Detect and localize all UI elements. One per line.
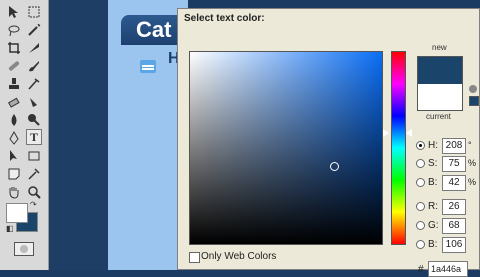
healing-icon[interactable] (6, 58, 22, 74)
hand-icon[interactable] (6, 184, 22, 200)
lasso-icon[interactable] (6, 22, 22, 38)
dodge-icon[interactable] (26, 112, 42, 128)
gamut-warning-icon[interactable] (469, 85, 477, 93)
h-input[interactable]: 208 (442, 138, 466, 154)
r-radio[interactable] (416, 202, 425, 211)
eraser-icon[interactable] (6, 94, 22, 110)
crop-icon[interactable] (6, 40, 22, 56)
type-icon[interactable]: T (26, 129, 42, 145)
zoom-icon[interactable] (26, 184, 42, 200)
dialog-title: Select text color: (184, 13, 265, 24)
current-label: current (426, 112, 451, 121)
banner-text: Cat (136, 17, 172, 42)
current-color-swatch[interactable] (417, 84, 463, 111)
eyedropper-icon[interactable] (26, 166, 42, 182)
color-picker-dialog: Select text color: new current H: 208 ° … (177, 8, 480, 277)
brush-icon[interactable] (26, 58, 42, 74)
r-label: R: (428, 201, 438, 212)
h-unit: ° (468, 140, 472, 150)
menu-icon (140, 60, 156, 73)
marquee-icon[interactable] (26, 4, 42, 20)
s-unit: % (468, 158, 477, 168)
s-label: S: (428, 158, 438, 169)
swap-colors-icon[interactable]: ↷ (30, 200, 37, 209)
hue-slider-handle-left[interactable] (383, 129, 389, 137)
move-icon[interactable] (6, 4, 22, 20)
slice-icon[interactable] (26, 40, 42, 56)
history-brush-icon[interactable] (26, 76, 42, 92)
new-label: new (432, 43, 447, 52)
color-field[interactable] (189, 51, 383, 245)
only-web-colors-label: Only Web Colors (201, 251, 277, 262)
foreground-color-swatch[interactable] (6, 203, 28, 223)
blue-label: B: (428, 239, 438, 250)
b-radio[interactable] (416, 178, 425, 187)
g-label: G: (428, 220, 439, 231)
b-unit: % (468, 177, 477, 187)
shape-icon[interactable] (26, 148, 42, 164)
s-radio[interactable] (416, 159, 425, 168)
blur-icon[interactable] (6, 112, 22, 128)
r-input[interactable]: 26 (442, 199, 466, 215)
h-label: H: (428, 140, 438, 151)
path-select-icon[interactable] (6, 148, 22, 164)
color-picker-ring[interactable] (330, 162, 339, 171)
canvas-dark-area (49, 0, 108, 270)
hue-slider-handle-right[interactable] (406, 129, 412, 137)
default-colors-icon[interactable]: ◧ (6, 224, 14, 233)
hex-input[interactable]: 1a446a (428, 261, 468, 277)
hue-slider[interactable] (391, 51, 406, 245)
blue-radio[interactable] (416, 240, 425, 249)
b-input[interactable]: 42 (442, 175, 466, 191)
blue-input[interactable]: 106 (442, 237, 466, 253)
h-radio[interactable] (416, 141, 425, 150)
h-field-row: H: 208 ° (416, 138, 480, 154)
notes-icon[interactable] (6, 166, 22, 182)
web-safe-color-icon[interactable] (469, 96, 479, 106)
gradient-icon[interactable] (26, 94, 42, 110)
quick-mask-icon[interactable] (14, 242, 34, 256)
only-web-colors-checkbox[interactable] (189, 252, 200, 263)
s-input[interactable]: 75 (442, 156, 466, 172)
g-input[interactable]: 68 (442, 218, 466, 234)
new-color-swatch (417, 56, 463, 86)
tools-panel: T ◧ ↷ (0, 0, 49, 270)
b-field-row: B: 42 % (416, 175, 480, 191)
magic-wand-icon[interactable] (26, 22, 42, 38)
b-label: B: (428, 177, 438, 188)
g-field-row: G: 68 (416, 218, 480, 234)
g-radio[interactable] (416, 221, 425, 230)
s-field-row: S: 75 % (416, 156, 480, 172)
blue-field-row: B: 106 (416, 237, 480, 253)
pen-icon[interactable] (6, 130, 22, 146)
r-field-row: R: 26 (416, 199, 480, 215)
stamp-icon[interactable] (6, 76, 22, 92)
